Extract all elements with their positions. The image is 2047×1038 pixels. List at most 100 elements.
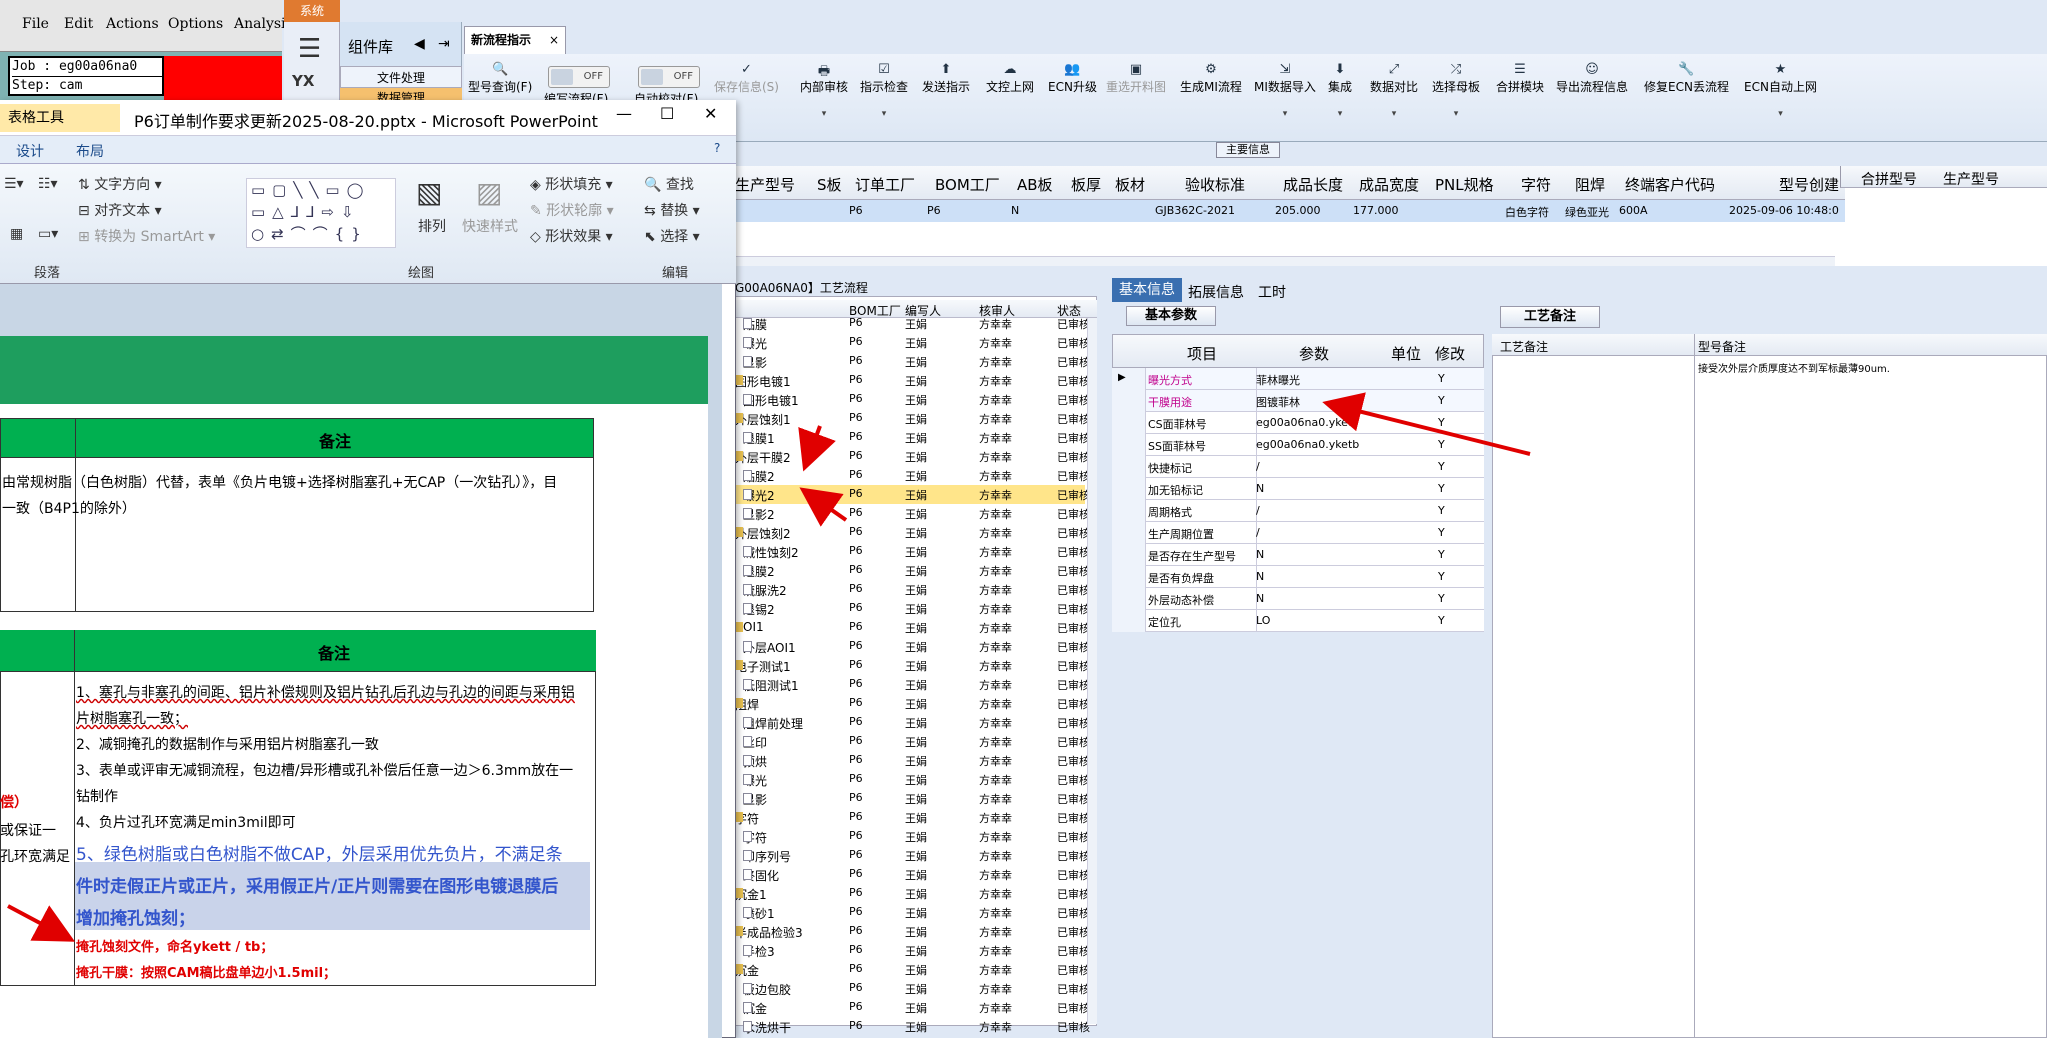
col-solder[interactable]: 阻焊: [1575, 174, 1605, 195]
table2-line4[interactable]: 3、表单或评审无减铜流程，包边槽/异形槽或孔补偿后任意一边＞6.3mm放在一: [76, 760, 573, 780]
model-note-text[interactable]: 接受次外层介质厚度达不到军标最薄90um.: [1698, 360, 1890, 375]
toggle-auto-check[interactable]: OFF: [638, 66, 700, 88]
param-col-unit[interactable]: 单位: [1391, 343, 1421, 364]
ecn-auto-online-button[interactable]: ★ ECN自动上网 ▾: [1744, 62, 1817, 119]
col-ab-board[interactable]: AB板: [1017, 174, 1053, 195]
param-col-value[interactable]: 参数: [1299, 343, 1329, 364]
tab-basic-info[interactable]: 基本信息: [1112, 278, 1182, 302]
grid-hscrollbar[interactable]: [735, 256, 1835, 266]
layout-icon[interactable]: ▭▾: [38, 226, 58, 242]
tree-row[interactable]: 板边包胶 P6 王娟 方幸幸 已审核: [735, 979, 1090, 998]
tree-row[interactable]: 阻焊前处理 P6 王娟 方幸幸 已审核: [735, 713, 1090, 732]
tree-row[interactable]: 图形电镀1 P6 王娟 方幸幸 已审核: [735, 371, 1090, 390]
tree-row[interactable]: 沉金 P6 王娟 方幸幸 已审核: [735, 998, 1090, 1017]
param-row[interactable]: CS面菲林号 eg00a06na0.ykett Y: [1112, 412, 1484, 434]
tab-work-hours[interactable]: 工时: [1258, 282, 1286, 302]
minimize-icon[interactable]: —: [616, 104, 632, 123]
tab-layout[interactable]: 布局: [76, 141, 104, 161]
tree-row[interactable]: AOI1 P6 王娟 方幸幸 已审核: [735, 618, 1090, 637]
tab-extended-info[interactable]: 拓展信息: [1188, 282, 1244, 302]
shape-effect-button[interactable]: ◇ 形状效果 ▾: [530, 226, 613, 246]
col-s-board[interactable]: S板: [817, 174, 842, 195]
tree-row[interactable]: 半成品检验3 P6 王娟 方幸幸 已审核: [735, 922, 1090, 941]
table2-red2[interactable]: 掩孔干膜：按照CAM稿比盘单边小1.5mil；: [76, 962, 336, 981]
notes-col-process[interactable]: 工艺备注: [1500, 338, 1548, 355]
shape-fill-button[interactable]: ◈ 形状填充 ▾: [530, 174, 613, 194]
cam-menu-actions[interactable]: Actions: [106, 16, 159, 32]
system-tab[interactable]: 系统: [284, 0, 340, 22]
tree-row[interactable]: 曝光2 P6 王娟 方幸幸 已审核: [735, 485, 1090, 504]
tree-row[interactable]: 电子测试1 P6 王娟 方幸幸 已审核: [735, 656, 1090, 675]
model-query-button[interactable]: 🔍 型号查询(F): [468, 62, 532, 95]
tree-row[interactable]: 终固化 P6 王娟 方幸幸 已审核: [735, 865, 1090, 884]
instruction-check-button[interactable]: ☑ 指示检查 ▾: [860, 62, 908, 119]
close-icon[interactable]: ✕: [704, 104, 717, 123]
param-row[interactable]: 加无铅标记 N Y: [1112, 478, 1484, 500]
help-icon[interactable]: ?: [714, 141, 720, 155]
table-row[interactable]: P6 P6 N GJB362C-2021 205.000 177.000 白色字…: [735, 200, 1845, 222]
select-button[interactable]: ⬉ 选择 ▾: [644, 226, 700, 246]
tab-process-notes[interactable]: 工艺备注: [1500, 306, 1600, 328]
tree-row[interactable]: 预烘 P6 王娟 方幸幸 已审核: [735, 751, 1090, 770]
text-direction-button[interactable]: ⇅ 文字方向 ▾: [78, 174, 162, 194]
tree-row[interactable]: 图形电镀1 P6 王娟 方幸幸 已审核: [735, 390, 1090, 409]
tree-row[interactable]: 曝光 P6 王娟 方幸幸 已审核: [735, 770, 1090, 789]
param-row[interactable]: 干膜用途 图镀菲林 Y: [1112, 390, 1484, 412]
chevron-left-icon[interactable]: ◀: [414, 36, 425, 52]
tree-row[interactable]: 贴膜2 P6 王娟 方幸幸 已审核: [735, 466, 1090, 485]
table1-text[interactable]: 由常规树脂（白色树脂）代替，表单《负片电镀+选择树脂塞孔+无CAP（一次钻孔）》…: [0, 470, 592, 522]
param-row[interactable]: 生产周期位置 / Y: [1112, 522, 1484, 544]
tree-row[interactable]: 碱性蚀刻2 P6 王娟 方幸幸 已审核: [735, 542, 1090, 561]
table2-line5[interactable]: 钻制作: [76, 786, 118, 806]
param-row[interactable]: 外层动态补偿 N Y: [1112, 588, 1484, 610]
param-row[interactable]: 周期格式 / Y: [1112, 500, 1484, 522]
table2-line8[interactable]: 件时走假正片或正片，采用假正片/正片则需要在图形电镀退膜后: [76, 872, 558, 897]
tab-new-flow[interactable]: 新流程指示 ×: [464, 26, 566, 54]
table2-line1[interactable]: 1、塞孔与非塞孔的间距、铝片补偿规则及铝片钻孔后孔边与孔边的间距与采用铝: [76, 682, 575, 702]
tree-row[interactable]: 沉金 P6 王娟 方幸幸 已审核: [735, 960, 1090, 979]
table2-line2[interactable]: 片树脂塞孔一致；: [76, 708, 188, 728]
col-char[interactable]: 字符: [1521, 174, 1551, 195]
tree-vscrollbar[interactable]: [1087, 318, 1097, 1024]
numbering-icon[interactable]: ☷▾: [38, 176, 58, 192]
param-row[interactable]: 是否有负焊盘 N Y: [1112, 566, 1484, 588]
tree-row[interactable]: 显影 P6 王娟 方幸幸 已审核: [735, 352, 1090, 371]
col-prod-model[interactable]: 生产型号: [735, 174, 795, 195]
close-icon[interactable]: ×: [549, 27, 559, 53]
col-length[interactable]: 成品长度: [1283, 174, 1343, 195]
quick-style-button[interactable]: 快速样式: [462, 216, 518, 236]
cam-menu-analysis[interactable]: Analysi: [234, 16, 286, 32]
table2-line9[interactable]: 增加掩孔蚀刻；: [76, 904, 195, 929]
col-merge-model[interactable]: 合拼型号: [1861, 169, 1917, 189]
bullets-icon[interactable]: ☰▾: [4, 176, 24, 192]
generate-mi-flow-button[interactable]: ⚙ 生成MI流程: [1180, 62, 1242, 95]
menu-icon[interactable]: ☰: [298, 34, 321, 64]
shape-outline-button[interactable]: ✎ 形状轮廓 ▾: [530, 200, 614, 220]
fix-ecn-button[interactable]: 🔧 修复ECN丢流程: [1644, 62, 1729, 95]
table2-line7[interactable]: 5、绿色树脂或白色树脂不做CAP，外层采用优先负片，不满足条: [76, 840, 563, 865]
mi-import-button[interactable]: ⇲ MI数据导入 ▾: [1254, 62, 1316, 119]
file-processing-button[interactable]: 文件处理: [340, 66, 462, 88]
tab-basic-params[interactable]: 基本参数: [1126, 306, 1216, 326]
select-master-button[interactable]: ⤮ 选择母板 ▾: [1432, 62, 1480, 119]
col-merge-prod[interactable]: 生产型号: [1943, 169, 1999, 189]
tree-row[interactable]: 贴膜 P6 王娟 方幸幸 已审核: [735, 314, 1090, 333]
tree-row[interactable]: 半检3 P6 王娟 方幸幸 已审核: [735, 941, 1090, 960]
col-pnl[interactable]: PNL规格: [1435, 174, 1494, 195]
table2-line6[interactable]: 4、负片过孔环宽满足min3mil即可: [76, 812, 296, 832]
tree-row[interactable]: 外层蚀刻2 P6 王娟 方幸幸 已审核: [735, 523, 1090, 542]
tree-row[interactable]: 退锡2 P6 王娟 方幸幸 已审核: [735, 599, 1090, 618]
param-col-modify[interactable]: 修改: [1435, 343, 1465, 364]
columns-icon[interactable]: ▦: [10, 226, 23, 242]
tree-row[interactable]: 外层干膜2 P6 王娟 方幸幸 已审核: [735, 447, 1090, 466]
param-row[interactable]: 定位孔 LO Y: [1112, 610, 1484, 632]
tree-row[interactable]: 显影 P6 王娟 方幸幸 已审核: [735, 789, 1090, 808]
reselect-cutting-button[interactable]: ▣ 重选开料图: [1106, 62, 1166, 95]
replace-button[interactable]: ⇆ 替换 ▾: [644, 200, 700, 220]
col-bom-factory[interactable]: BOM工厂: [935, 174, 1000, 195]
tree-row[interactable]: 退膜2 P6 王娟 方幸幸 已审核: [735, 561, 1090, 580]
param-row[interactable]: 是否存在生产型号 N Y: [1112, 544, 1484, 566]
tree-row[interactable]: 阻焊 P6 王娟 方幸幸 已审核: [735, 694, 1090, 713]
table2-line3[interactable]: 2、减铜掩孔的数据制作与采用铝片树脂塞孔一致: [76, 734, 379, 754]
col-created[interactable]: 型号创建: [1779, 174, 1839, 195]
